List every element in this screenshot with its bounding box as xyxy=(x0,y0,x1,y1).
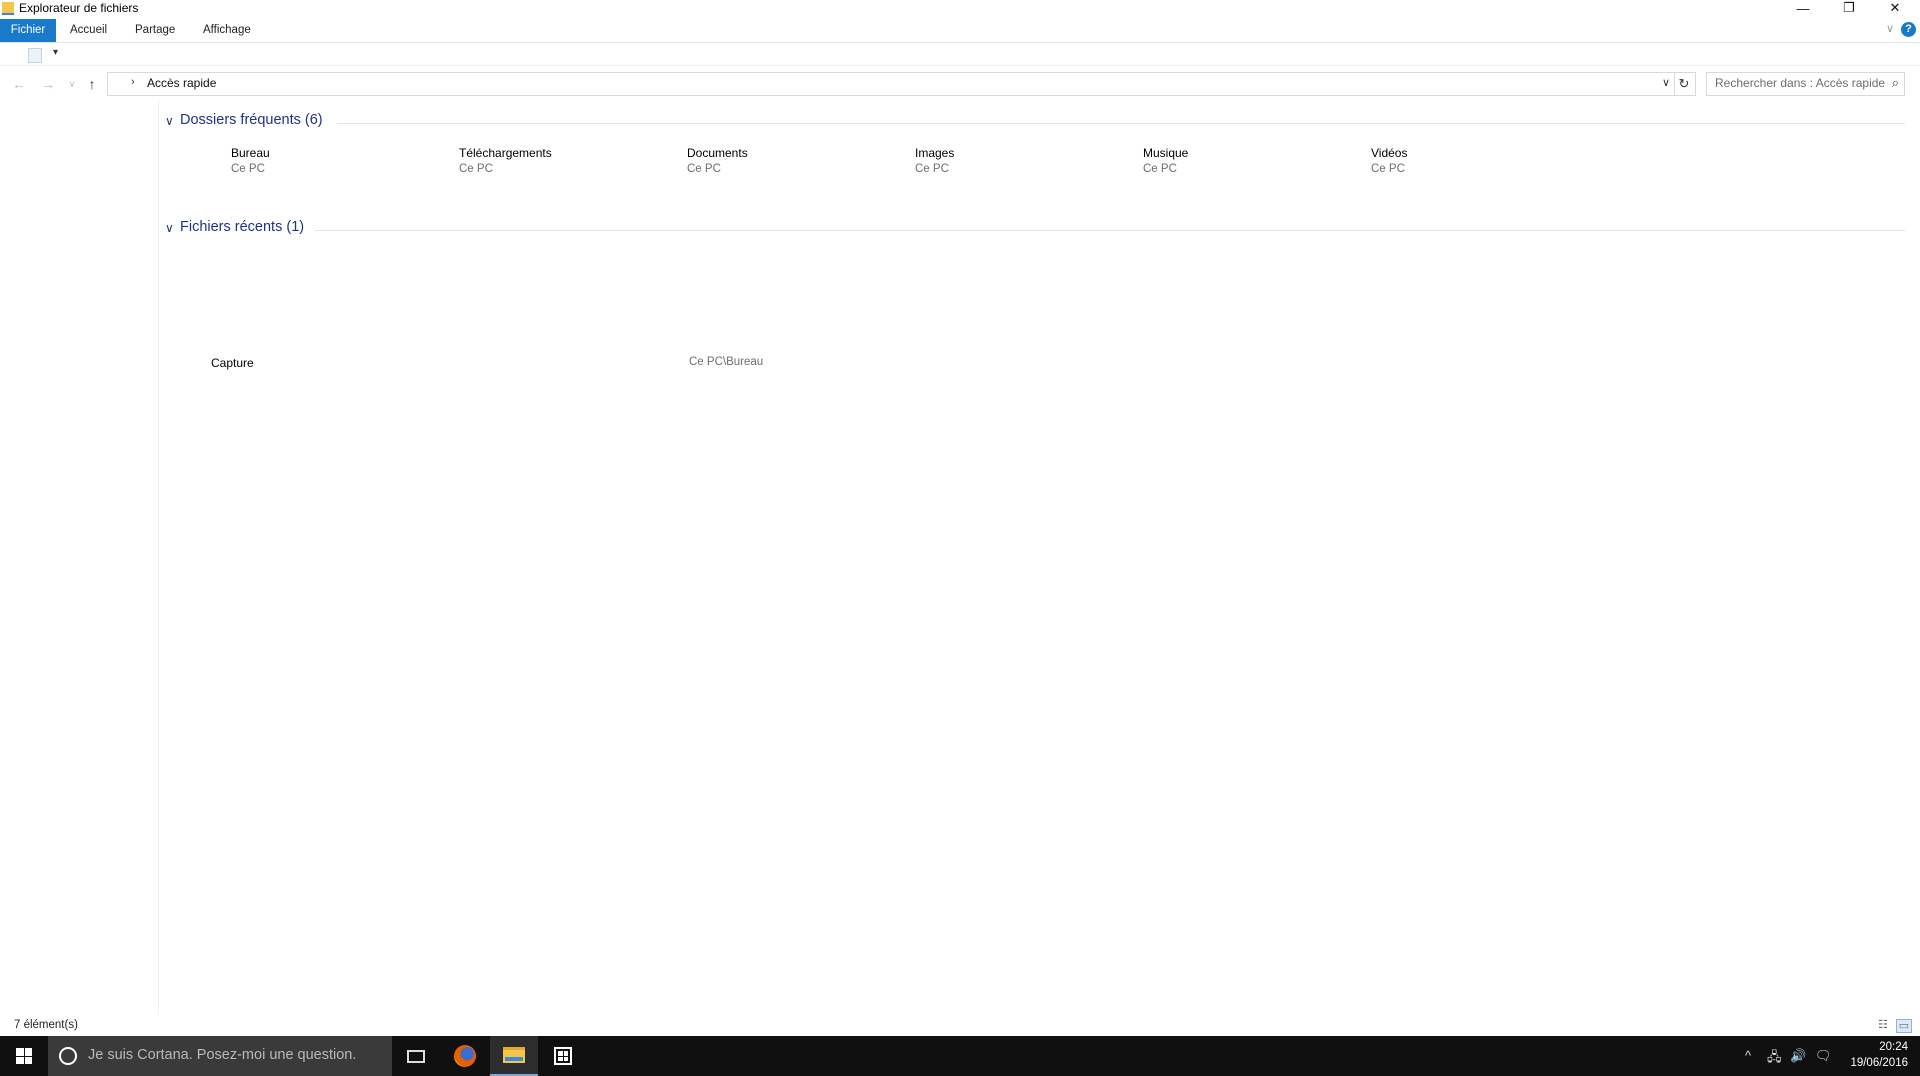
store-icon xyxy=(554,1047,572,1065)
content-pane: ∨ Dossiers fréquents (6) Bureau Ce PC Té… xyxy=(159,100,1920,1015)
file-name: Capture xyxy=(211,356,254,370)
group-divider xyxy=(337,123,1905,124)
forward-icon[interactable]: → xyxy=(37,73,59,95)
folder-tile-telechargements[interactable]: Téléchargements Ce PC xyxy=(459,146,679,186)
task-view-button[interactable] xyxy=(392,1036,440,1076)
tab-affichage[interactable]: Affichage xyxy=(203,19,251,42)
navigation-bar: ← → ∨ ↑ › Accès rapide ∨ ↻ Rechercher da… xyxy=(0,70,1920,98)
folder-location: Ce PC xyxy=(1143,163,1177,175)
folder-name: Documents xyxy=(687,146,748,160)
breadcrumb-acces-rapide[interactable]: Accès rapide xyxy=(147,76,216,90)
task-view-icon xyxy=(407,1049,425,1063)
folder-location: Ce PC xyxy=(1371,163,1405,175)
show-hidden-icons-icon[interactable]: ^ xyxy=(1745,1048,1751,1063)
address-dropdown-icon[interactable]: ∨ xyxy=(1662,76,1670,89)
folder-tile-documents[interactable]: Documents Ce PC xyxy=(687,146,907,186)
status-bar: 7 élément(s) ☷ ▭ xyxy=(0,1016,1920,1036)
cortana-search-box[interactable]: Je suis Cortana. Posez-moi une question. xyxy=(48,1036,392,1076)
minimize-button[interactable]: — xyxy=(1780,0,1826,16)
customize-toolbar-icon[interactable]: ▾ xyxy=(53,47,58,58)
tab-fichier[interactable]: Fichier xyxy=(0,19,56,42)
folder-name: Musique xyxy=(1143,146,1189,160)
chevron-down-icon[interactable]: ∨ xyxy=(165,114,174,128)
folder-tile-bureau[interactable]: Bureau Ce PC xyxy=(231,146,451,186)
back-icon[interactable]: ← xyxy=(8,73,30,95)
window-title: Explorateur de fichiers xyxy=(19,1,139,15)
folder-location: Ce PC xyxy=(231,163,265,175)
firefox-icon xyxy=(454,1045,476,1067)
folder-icon xyxy=(503,1047,525,1063)
title-bar: Explorateur de fichiers — ❐ ✕ xyxy=(0,0,1920,16)
search-icon[interactable]: ⌕ xyxy=(1892,75,1899,91)
search-input[interactable]: Rechercher dans : Accès rapide ⌕ xyxy=(1706,72,1905,96)
folder-location: Ce PC xyxy=(687,163,721,175)
tab-partage[interactable]: Partage xyxy=(135,19,175,42)
taskbar-firefox[interactable] xyxy=(441,1036,489,1076)
close-button[interactable]: ✕ xyxy=(1872,0,1918,16)
notifications-icon[interactable]: 🗨 xyxy=(1815,1048,1832,1064)
file-path: Ce PC\Bureau xyxy=(689,356,764,368)
tab-accueil[interactable]: Accueil xyxy=(70,19,107,42)
network-icon[interactable]: 🖧 xyxy=(1767,1048,1782,1070)
folder-location: Ce PC xyxy=(915,163,949,175)
taskbar: Je suis Cortana. Posez-moi une question.… xyxy=(0,1036,1920,1076)
properties-icon[interactable] xyxy=(28,48,42,63)
group-title-frequent: Dossiers fréquents (6) xyxy=(180,112,323,128)
taskbar-store[interactable] xyxy=(539,1036,587,1076)
large-icons-view-icon[interactable]: ▭ xyxy=(1896,1019,1912,1033)
group-header-recent[interactable]: ∨ Fichiers récents (1) xyxy=(165,219,1905,243)
navigation-pane[interactable] xyxy=(0,100,159,1015)
recent-locations-icon[interactable]: ∨ xyxy=(61,73,83,95)
taskbar-file-explorer[interactable] xyxy=(490,1036,538,1076)
help-icon[interactable]: ? xyxy=(1901,22,1916,37)
list-item[interactable]: Capture Ce PC\Bureau xyxy=(211,356,1311,376)
windows-logo-icon xyxy=(16,1048,32,1064)
search-placeholder: Rechercher dans : Accès rapide xyxy=(1715,76,1886,90)
folder-name: Bureau xyxy=(231,146,270,160)
restore-button[interactable]: ❐ xyxy=(1826,0,1872,16)
folder-name: Téléchargements xyxy=(459,146,552,160)
quick-access-toolbar: ▾ xyxy=(0,43,1920,66)
folder-name: Images xyxy=(915,146,955,160)
clock-date: 19/06/2016 xyxy=(1850,1057,1908,1069)
cortana-placeholder: Je suis Cortana. Posez-moi une question. xyxy=(88,1047,357,1063)
ribbon-expand-icon[interactable]: ∨ xyxy=(1886,22,1894,35)
folder-tile-musique[interactable]: Musique Ce PC xyxy=(1143,146,1363,186)
start-button[interactable] xyxy=(0,1036,48,1076)
clock[interactable]: 20:24 19/06/2016 xyxy=(1850,1039,1908,1071)
group-header-frequent[interactable]: ∨ Dossiers fréquents (6) xyxy=(165,112,1905,136)
folder-name: Vidéos xyxy=(1371,146,1408,160)
group-divider xyxy=(315,230,1905,231)
refresh-icon[interactable]: ↻ xyxy=(1673,72,1696,96)
address-bar[interactable]: › Accès rapide ∨ xyxy=(107,72,1675,96)
details-view-icon[interactable]: ☷ xyxy=(1876,1019,1890,1031)
group-title-recent: Fichiers récents (1) xyxy=(180,219,305,235)
cortana-icon xyxy=(59,1047,77,1065)
chevron-down-icon[interactable]: ∨ xyxy=(165,221,174,235)
file-explorer-icon xyxy=(2,2,14,15)
ribbon-tabs: Fichier Accueil Partage Affichage ∨ ? xyxy=(0,19,1920,43)
breadcrumb-chevron-icon[interactable]: › xyxy=(131,76,135,88)
folder-tile-images[interactable]: Images Ce PC xyxy=(915,146,1135,186)
folder-tile-videos[interactable]: Vidéos Ce PC xyxy=(1371,146,1591,186)
volume-icon[interactable]: 🔊 xyxy=(1790,1048,1806,1064)
folder-location: Ce PC xyxy=(459,163,493,175)
clock-time: 20:24 xyxy=(1879,1041,1908,1053)
up-icon[interactable]: ↑ xyxy=(81,73,103,95)
item-count: 7 élément(s) xyxy=(14,1019,78,1031)
